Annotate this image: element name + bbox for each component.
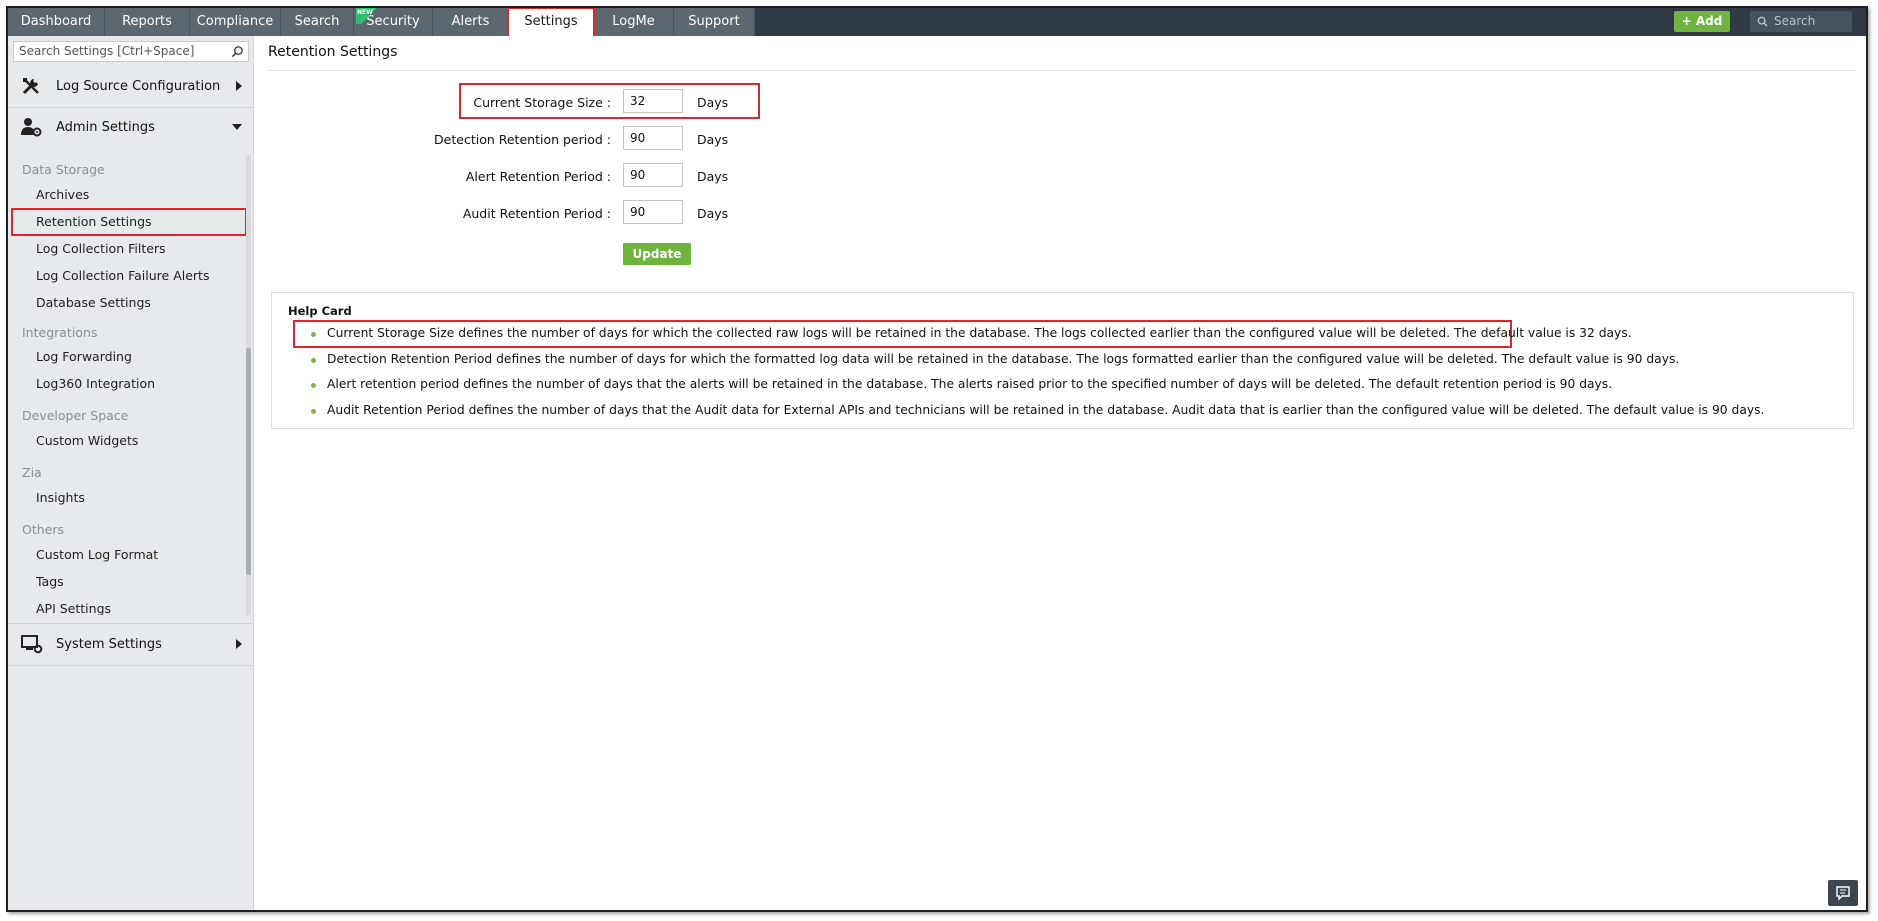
divider xyxy=(268,70,1856,71)
top-search-placeholder: Search xyxy=(1774,14,1816,28)
bullet xyxy=(311,358,316,363)
section-system-settings[interactable]: System Settings xyxy=(8,624,254,664)
sidebar-item-log360-integration[interactable]: Log360 Integration xyxy=(36,376,155,391)
settings-search-placeholder: Search Settings [Ctrl+Space] xyxy=(19,44,195,58)
tab-settings[interactable]: Settings xyxy=(507,8,595,39)
top-nav-bar: Dashboard Reports Compliance Search NEW … xyxy=(8,8,1866,39)
detection-retention-row: Detection Retention period : xyxy=(255,127,611,153)
settings-search-input[interactable]: Search Settings [Ctrl+Space] xyxy=(13,41,249,62)
sidebar-item-archives[interactable]: Archives xyxy=(36,187,89,202)
tab-alerts[interactable]: Alerts xyxy=(433,8,509,36)
sidebar-scrollbar-thumb[interactable] xyxy=(246,348,251,575)
add-button[interactable]: + Add xyxy=(1674,11,1730,32)
search-icon xyxy=(1757,16,1768,27)
detection-retention-unit: Days xyxy=(697,132,729,147)
help-card-title: Help Card xyxy=(288,304,352,318)
tab-logme[interactable]: LogMe xyxy=(594,8,674,36)
chat-button[interactable] xyxy=(1828,880,1858,906)
app-window: Dashboard Reports Compliance Search NEW … xyxy=(6,6,1868,912)
chevron-right-icon xyxy=(236,639,242,649)
tools-icon xyxy=(22,78,39,95)
audit-retention-label: Audit Retention Period : xyxy=(462,206,611,221)
help-item-audit: Audit Retention Period defines the numbe… xyxy=(327,403,1765,417)
settings-sidebar: Search Settings [Ctrl+Space] Log Source … xyxy=(8,36,254,910)
tab-reports[interactable]: Reports xyxy=(105,8,190,36)
storage-size-row: Current Storage Size : xyxy=(255,90,611,116)
chevron-down-icon xyxy=(232,124,242,130)
main-tabs: Dashboard Reports Compliance Search NEW … xyxy=(8,8,755,39)
tab-settings-highlight xyxy=(507,8,595,39)
section-system-label: System Settings xyxy=(56,636,162,652)
audit-retention-row: Audit Retention Period : xyxy=(255,201,611,227)
sidebar-item-retention-settings[interactable]: Retention Settings xyxy=(36,214,152,229)
tab-search[interactable]: Search xyxy=(281,8,354,36)
storage-size-input[interactable] xyxy=(623,89,683,113)
tab-support[interactable]: Support xyxy=(674,8,755,36)
sidebar-item-log-collection-failure-alerts[interactable]: Log Collection Failure Alerts xyxy=(36,268,209,283)
bullet xyxy=(311,409,316,414)
detection-retention-input[interactable] xyxy=(623,126,683,150)
help-item-detection: Detection Retention Period defines the n… xyxy=(327,352,1680,366)
alert-retention-input[interactable] xyxy=(623,163,683,187)
section-log-source-configuration[interactable]: Log Source Configuration xyxy=(8,66,254,106)
bullet xyxy=(311,383,316,388)
storage-size-unit: Days xyxy=(697,95,729,110)
bullet xyxy=(311,332,316,337)
alert-retention-unit: Days xyxy=(697,169,729,184)
update-button[interactable]: Update xyxy=(623,243,691,265)
new-badge: NEW xyxy=(356,8,378,24)
storage-size-label: Current Storage Size : xyxy=(473,95,611,110)
help-card: Help Card Current Storage Size defines t… xyxy=(271,292,1854,429)
group-developer-space: Developer Space xyxy=(22,408,129,423)
audit-retention-input[interactable] xyxy=(623,200,683,224)
group-others: Others xyxy=(22,522,65,537)
tab-security[interactable]: NEW Security xyxy=(354,8,433,36)
admin-user-gear-icon xyxy=(21,118,42,137)
sidebar-item-database-settings[interactable]: Database Settings xyxy=(36,295,151,310)
group-data-storage: Data Storage xyxy=(22,162,105,177)
alert-retention-label: Alert Retention Period : xyxy=(465,169,611,184)
help-item-storage: Current Storage Size defines the number … xyxy=(327,326,1632,340)
chat-icon xyxy=(1836,886,1850,901)
admin-settings-list: Data Storage Archives Retention Settings… xyxy=(8,155,248,615)
sidebar-item-insights[interactable]: Insights xyxy=(36,490,85,505)
section-log-source-label: Log Source Configuration xyxy=(56,78,221,94)
sidebar-item-log-forwarding[interactable]: Log Forwarding xyxy=(36,349,132,364)
detection-retention-label: Detection Retention period : xyxy=(434,132,611,147)
main-content: Retention Settings Current Storage Size … xyxy=(255,36,1866,910)
sidebar-item-tags[interactable]: Tags xyxy=(36,574,64,589)
tab-dashboard[interactable]: Dashboard xyxy=(8,8,105,36)
page-title: Retention Settings xyxy=(268,44,398,60)
group-zia: Zia xyxy=(22,465,42,480)
sidebar-item-custom-log-format[interactable]: Custom Log Format xyxy=(36,547,158,562)
divider xyxy=(8,665,254,666)
top-search-input[interactable]: Search xyxy=(1750,11,1852,32)
section-admin-settings[interactable]: Admin Settings xyxy=(8,107,254,147)
help-item-alert: Alert retention period defines the numbe… xyxy=(327,377,1613,391)
search-icon[interactable] xyxy=(231,45,244,58)
section-admin-label: Admin Settings xyxy=(56,119,155,135)
group-integrations: Integrations xyxy=(22,325,98,340)
alert-retention-row: Alert Retention Period : xyxy=(255,164,611,190)
sidebar-item-custom-widgets[interactable]: Custom Widgets xyxy=(36,433,138,448)
sidebar-item-log-collection-filters[interactable]: Log Collection Filters xyxy=(36,241,166,256)
chevron-right-icon xyxy=(236,81,242,91)
tab-compliance[interactable]: Compliance xyxy=(190,8,281,36)
monitor-gear-icon xyxy=(21,635,43,654)
sidebar-item-api-settings[interactable]: API Settings xyxy=(36,601,111,615)
audit-retention-unit: Days xyxy=(697,206,729,221)
